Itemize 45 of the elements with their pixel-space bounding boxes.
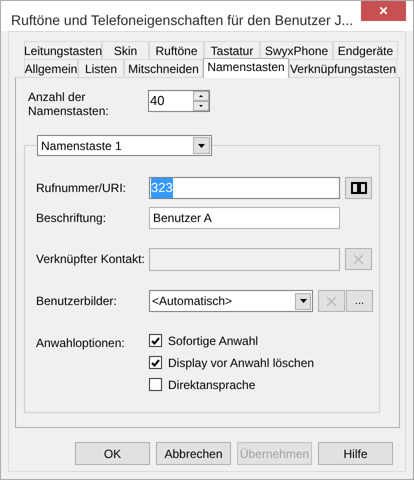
address-book-button[interactable] bbox=[345, 177, 372, 199]
tab[interactable]: Namenstasten bbox=[203, 58, 289, 78]
count-value: 40 bbox=[149, 92, 166, 110]
dialog-button[interactable]: Abbrechen bbox=[156, 442, 231, 465]
tab[interactable]: Verknüpfungstasten bbox=[289, 59, 397, 77]
count-label: Anzahl der Namenstasten: bbox=[28, 90, 110, 118]
spin-up-button[interactable] bbox=[193, 91, 209, 101]
close-icon bbox=[354, 254, 363, 264]
checkbox[interactable] bbox=[149, 334, 162, 347]
check-icon bbox=[151, 336, 160, 344]
window-title: Ruftöne und Telefoneigenschaften für den Benutzer J... bbox=[10, 11, 354, 30]
field-value: 323 bbox=[151, 178, 173, 198]
image-dropdown[interactable]: <Automatisch> bbox=[149, 290, 313, 312]
caret-icon bbox=[300, 299, 306, 303]
tab[interactable]: Leitungstasten bbox=[24, 41, 102, 59]
checkbox[interactable] bbox=[149, 356, 162, 369]
caret-icon bbox=[198, 144, 205, 148]
checkbox[interactable] bbox=[149, 378, 162, 391]
option-label: Sofortige Anwahl bbox=[168, 332, 258, 350]
dialog-button[interactable]: Hilfe bbox=[318, 442, 393, 465]
close-button[interactable]: ✕ bbox=[361, 1, 406, 21]
tab[interactable]: SwyxPhone bbox=[260, 41, 333, 59]
option-label: Display vor Anwahl löschen bbox=[168, 354, 314, 372]
browse-button[interactable]: ... bbox=[346, 290, 373, 312]
dialog-button[interactable]: OK bbox=[75, 442, 150, 465]
key-selector[interactable]: Namenstaste 1 bbox=[37, 135, 212, 156]
tab[interactable]: Ruftöne bbox=[149, 41, 204, 59]
check-icon bbox=[151, 358, 160, 366]
book-icon bbox=[350, 182, 366, 194]
tab[interactable]: Mitschneiden bbox=[124, 59, 203, 77]
tab[interactable]: Allgemein bbox=[24, 59, 78, 77]
close-icon bbox=[327, 296, 336, 306]
field-label: Benutzerbilder: bbox=[36, 293, 118, 310]
field-label: Verknüpfter Kontakt: bbox=[36, 251, 146, 268]
tab[interactable]: Skin bbox=[102, 41, 149, 59]
tab[interactable]: Endgeräte bbox=[333, 41, 398, 59]
spin-down-button[interactable] bbox=[193, 101, 209, 111]
text-field[interactable]: Benutzer A bbox=[149, 207, 340, 229]
count-spinner[interactable]: 40 bbox=[148, 90, 210, 112]
field-label: Rufnummer/URI: bbox=[36, 180, 128, 197]
option-label: Direktansprache bbox=[168, 376, 256, 394]
field-label: Beschriftung: bbox=[36, 210, 108, 227]
tab[interactable]: Tastatur bbox=[204, 41, 260, 59]
tab[interactable]: Listen bbox=[78, 59, 124, 77]
field-label: Anwahloptionen: bbox=[36, 335, 126, 352]
